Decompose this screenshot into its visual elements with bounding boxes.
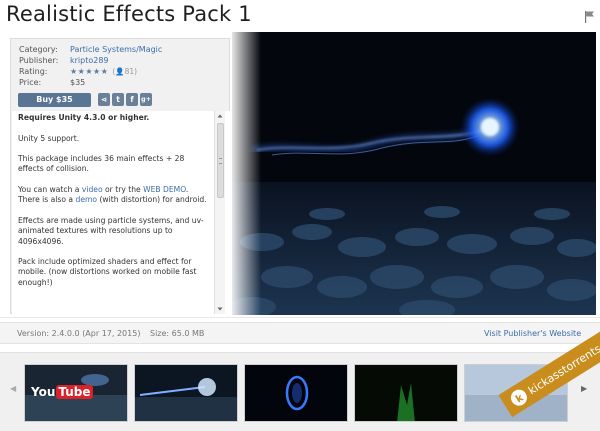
video-link[interactable]: video xyxy=(82,185,103,194)
youtube-icon: You Tube xyxy=(31,385,93,399)
description: Requires Unity 4.3.0 or higher. Unity 5 … xyxy=(18,113,212,298)
also-text: There is also a xyxy=(18,195,76,205)
scroll-down-icon[interactable] xyxy=(215,304,225,314)
period-text: . xyxy=(185,185,189,195)
package-meta: Category: Particle Systems/Magic Publishe… xyxy=(19,44,162,88)
category-label: Category: xyxy=(19,45,58,54)
thumb-portal[interactable] xyxy=(244,364,348,422)
twitter-icon[interactable]: t xyxy=(112,93,124,106)
info-panel: Category: Particle Systems/Magic Publishe… xyxy=(10,38,230,314)
effects-count-text: This package includes 36 main effects + … xyxy=(18,154,185,174)
thumb-youtube[interactable]: You Tube xyxy=(24,364,128,422)
mobile-text: Pack include optimized shaders and effec… xyxy=(18,257,197,287)
description-scrollbar[interactable] xyxy=(214,111,225,314)
rating-stars: ★★★★★ xyxy=(70,67,109,76)
demo-link[interactable]: demo xyxy=(76,195,98,204)
particle-text: Effects are made using particle systems,… xyxy=(18,215,204,246)
thumb-green-image xyxy=(355,365,457,421)
rating-count: (👤81) xyxy=(112,67,138,76)
thumb-beam[interactable] xyxy=(134,364,238,422)
version-text: Version: 2.4.0.0 (Apr 17, 2015) xyxy=(17,329,141,338)
rating-label: Rating: xyxy=(19,67,48,76)
youtube-you: You xyxy=(31,385,56,399)
separator xyxy=(0,317,600,318)
thumb-beam-image xyxy=(135,365,237,421)
scroll-up-icon[interactable] xyxy=(215,111,225,121)
hero-screenshot[interactable] xyxy=(232,32,596,315)
price-label: Price: xyxy=(19,78,42,87)
requirement-text: Requires Unity 4.3.0 or higher. xyxy=(18,113,150,122)
scroll-thumb[interactable] xyxy=(217,123,224,198)
watch-text: You can watch a xyxy=(18,185,82,195)
kickasstorrents-watermark: k kickasstorrents xyxy=(498,327,600,418)
or-text: or try the xyxy=(102,185,144,195)
scroll-grip-icon xyxy=(219,158,222,164)
share-icon[interactable]: ⋖ xyxy=(98,93,110,106)
thumb-portal-image xyxy=(245,365,347,421)
android-text: (with distortion) for android. xyxy=(97,195,207,205)
web-demo-link[interactable]: WEB DEMO xyxy=(143,185,186,194)
publisher-label: Publisher: xyxy=(19,56,59,65)
buy-button[interactable]: Buy $35 xyxy=(18,93,91,107)
unity5-text: Unity 5 support. xyxy=(18,133,80,143)
publisher-link[interactable]: kripto289 xyxy=(70,55,109,66)
price-value: $35 xyxy=(70,78,86,87)
thumb-green[interactable] xyxy=(354,364,458,422)
youtube-tube: Tube xyxy=(56,385,93,399)
watermark-text: kickasstorrents xyxy=(526,342,600,397)
facebook-icon[interactable]: f xyxy=(126,93,138,106)
size-text: Size: 65.0 MB xyxy=(150,329,205,338)
flag-icon[interactable] xyxy=(585,11,595,23)
description-box: Requires Unity 4.3.0 or higher. Unity 5 … xyxy=(12,111,230,314)
googleplus-icon[interactable]: g+ xyxy=(140,93,152,106)
arrow-left-icon[interactable]: ◀ xyxy=(10,384,16,393)
category-link[interactable]: Particle Systems/Magic xyxy=(70,44,162,55)
page-title: Realistic Effects Pack 1 xyxy=(6,2,252,26)
